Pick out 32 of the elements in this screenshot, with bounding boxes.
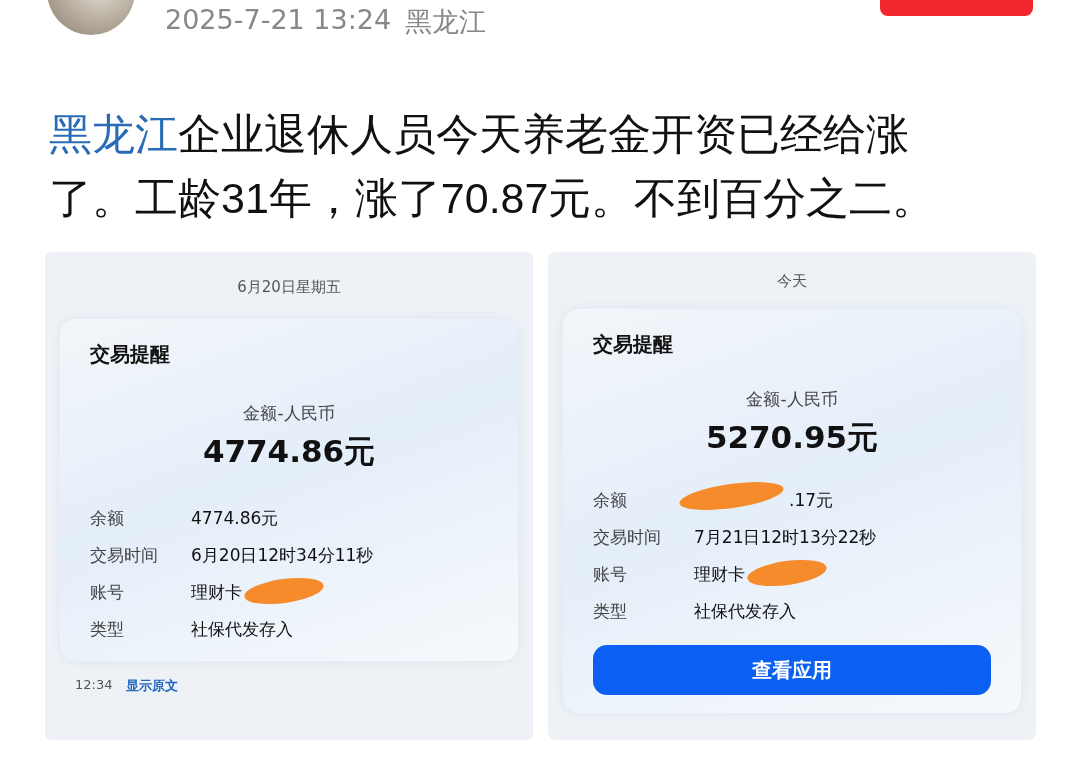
detail-label: 余额 xyxy=(593,489,628,512)
notification-title: 交易提醒 xyxy=(593,331,674,358)
date-header: 今天 xyxy=(776,272,808,291)
detail-label: 交易时间 xyxy=(593,526,662,549)
detail-label: 类型 xyxy=(593,600,628,623)
post-location: 黑龙江 xyxy=(405,5,487,39)
detail-value: .17元 xyxy=(789,489,834,512)
date-header: 6月20日星期五 xyxy=(236,278,342,297)
detail-value: 7月21日12时13分22秒 xyxy=(694,526,877,549)
show-original-link[interactable]: 显示原文 xyxy=(126,677,179,695)
detail-value: 6月20日12时34分11秒 xyxy=(191,544,374,567)
detail-label: 账号 xyxy=(90,581,125,604)
detail-label: 余额 xyxy=(90,507,125,530)
amount-label: 金额-人民币 xyxy=(242,402,336,425)
detail-label: 类型 xyxy=(90,618,125,641)
amount-value: 4774.86元 xyxy=(201,432,377,471)
detail-value: 理财卡 xyxy=(191,581,242,604)
detail-value: 社保代发存入 xyxy=(694,600,796,623)
action-button[interactable] xyxy=(880,0,1033,16)
amount-value: 5270.95元 xyxy=(704,418,880,457)
detail-value: 理财卡 xyxy=(694,563,745,586)
detail-value: 社保代发存入 xyxy=(191,618,293,641)
post-text: 黑龙江企业退休人员今天养老金开资已经给涨了。工龄31年，涨了70.87元。不到百分之二。 xyxy=(49,109,937,224)
amount-label: 金额-人民币 xyxy=(745,388,839,411)
detail-value: 4774.86元 xyxy=(191,507,279,530)
location-link[interactable]: 黑龙江 xyxy=(49,110,178,158)
notification-title: 交易提醒 xyxy=(90,341,171,368)
view-app-button[interactable]: 查看应用 xyxy=(593,645,991,695)
detail-label: 交易时间 xyxy=(90,544,159,567)
detail-label: 账号 xyxy=(593,563,628,586)
message-time: 12:34 xyxy=(75,677,113,694)
post-timestamp: 2025-7-21 13:24 xyxy=(165,4,392,37)
